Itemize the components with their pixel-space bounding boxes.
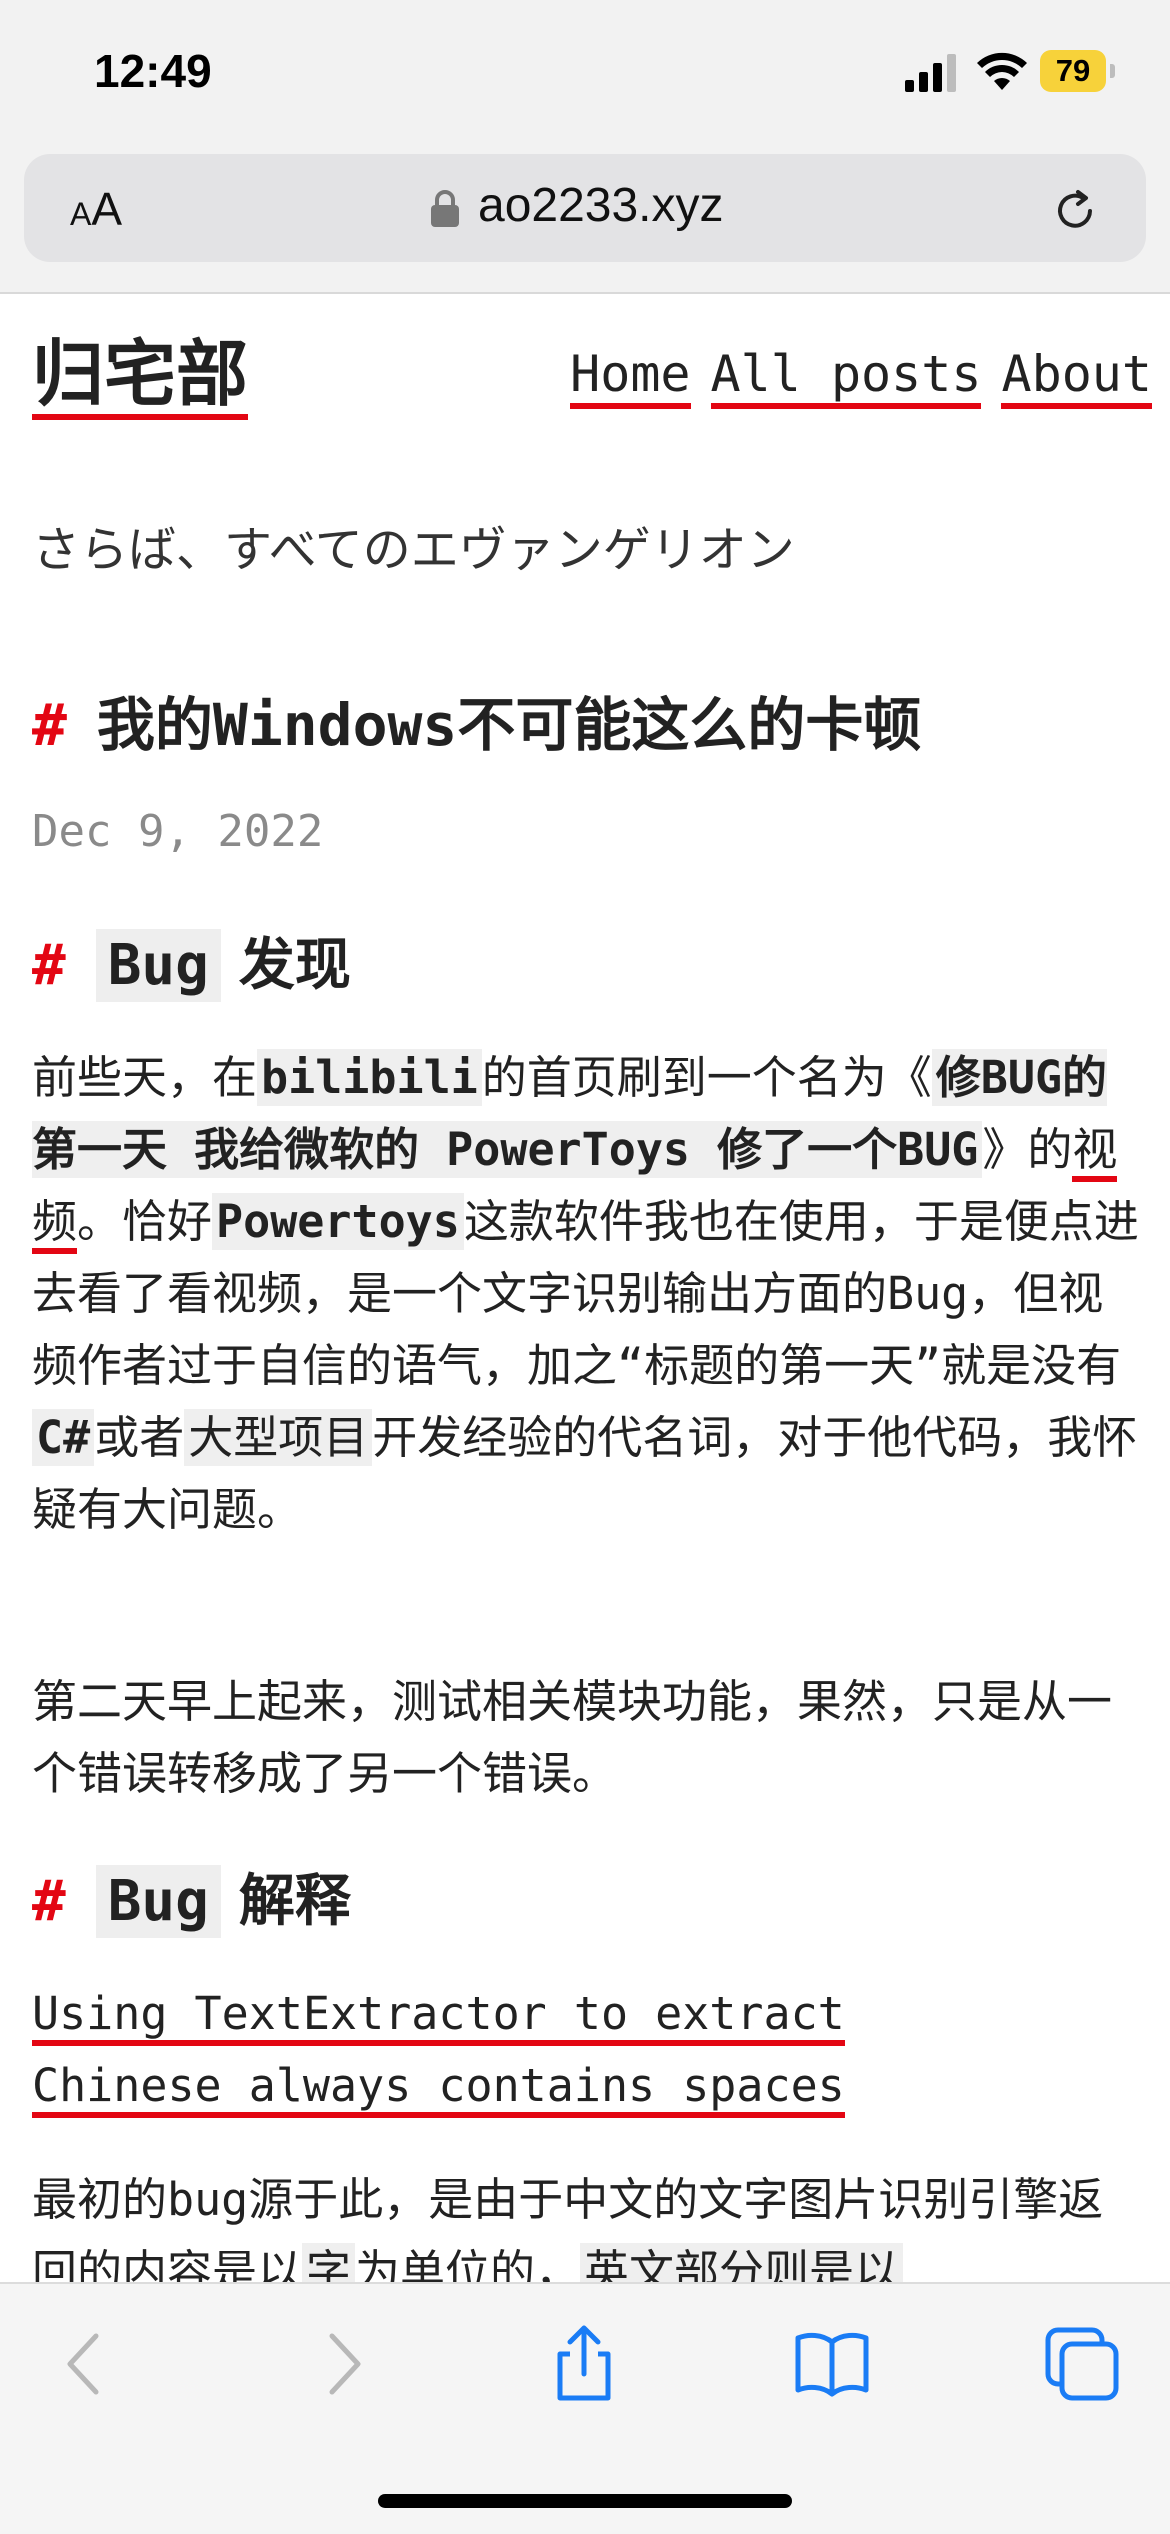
status-bar: 12:49 79 xyxy=(0,0,1170,150)
heading-hash-icon: # xyxy=(32,691,67,759)
reload-icon[interactable] xyxy=(1050,186,1100,236)
browser-address-area: AA ao2233.xyz xyxy=(0,150,1170,294)
site-tagline: さらば、すべてのエヴァンゲリオン xyxy=(32,522,795,578)
back-icon[interactable] xyxy=(48,2324,128,2404)
p1-code-csharp: C# xyxy=(32,1409,95,1466)
forward-icon[interactable] xyxy=(300,2324,380,2404)
post-title-text: 我的Windows不可能这么的卡顿 xyxy=(96,691,922,759)
lock-icon xyxy=(431,190,459,227)
paragraph-1: 前些天，在bilibili的首页刷到一个名为《修BUG的第一天 我给微软的 Po… xyxy=(32,1042,1142,1546)
page-content: 归宅部 Home All posts About さらば、すべてのエヴァンゲリオン … xyxy=(0,294,1170,2282)
tabs-icon[interactable] xyxy=(1042,2324,1122,2404)
site-title-link[interactable]: 归宅部 xyxy=(32,334,249,420)
p1-code-large-project: 大型项目 xyxy=(184,1409,373,1466)
issue-link[interactable]: Using TextExtractor to extract Chinese a… xyxy=(32,1987,845,2118)
p3-code-char: 字 xyxy=(302,2243,356,2282)
paragraph-2: 第二天早上起来，测试相关模块功能，果然，只是从一个错误转移成了另一个错误。 xyxy=(32,1675,1113,1800)
battery-icon: 79 xyxy=(1040,50,1116,92)
post-date: Dec 9, 2022 xyxy=(32,806,324,857)
address-bar[interactable]: AA ao2233.xyz xyxy=(24,154,1146,262)
section-heading-code: Bug xyxy=(95,1865,221,1938)
battery-level: 79 xyxy=(1040,50,1106,92)
browser-toolbar xyxy=(0,2282,1170,2534)
bookmarks-icon[interactable] xyxy=(792,2324,872,2404)
share-icon[interactable] xyxy=(544,2324,624,2404)
p1-text-3: 》的 xyxy=(982,1123,1073,1176)
wifi-icon xyxy=(977,52,1027,90)
p1-code-powertoys: Powertoys xyxy=(212,1193,464,1250)
nav-about-link[interactable]: About xyxy=(1001,345,1152,409)
p1-text-4: 。恰好 xyxy=(77,1195,213,1248)
issue-link-block: Using TextExtractor to extract Chinese a… xyxy=(32,1978,1032,2122)
heading-hash-icon: # xyxy=(32,933,66,998)
p1-code-bilibili: bilibili xyxy=(257,1049,482,1106)
section-heading-explain: # Bug 解释 xyxy=(32,1856,1142,1938)
section-heading-text: 发现 xyxy=(238,933,351,998)
section-heading-text: 解释 xyxy=(238,1869,351,1934)
heading-hash-icon: # xyxy=(32,1869,66,1934)
home-indicator xyxy=(378,2494,792,2508)
p1-text-1: 前些天，在 xyxy=(32,1051,258,1104)
text-size-button[interactable]: AA xyxy=(70,182,122,236)
p3-text-2: 为单位的， xyxy=(355,2245,581,2282)
cellular-signal-icon xyxy=(905,54,956,92)
nav-all-posts-link[interactable]: All posts xyxy=(710,345,982,409)
p1-text-2: 的首页刷到一个名为《 xyxy=(481,1051,932,1104)
site-nav: Home All posts About xyxy=(550,344,1152,409)
p3-code-english: 英文部分则是以 xyxy=(580,2243,904,2282)
section-heading-found: # Bug 发现 xyxy=(32,920,1142,1002)
status-time: 12:49 xyxy=(94,45,212,97)
nav-home-link[interactable]: Home xyxy=(570,345,691,409)
url-domain[interactable]: ao2233.xyz xyxy=(478,178,724,233)
post-title: # 我的Windows不可能这么的卡顿 xyxy=(32,678,1142,762)
section-heading-code: Bug xyxy=(95,929,221,1002)
p1-text-6: 或者 xyxy=(94,1411,185,1464)
paragraph-3: 最初的bug源于此，是由于中文的文字图片识别引擎返回的内容是以字为单位的，英文部… xyxy=(32,2164,1142,2282)
